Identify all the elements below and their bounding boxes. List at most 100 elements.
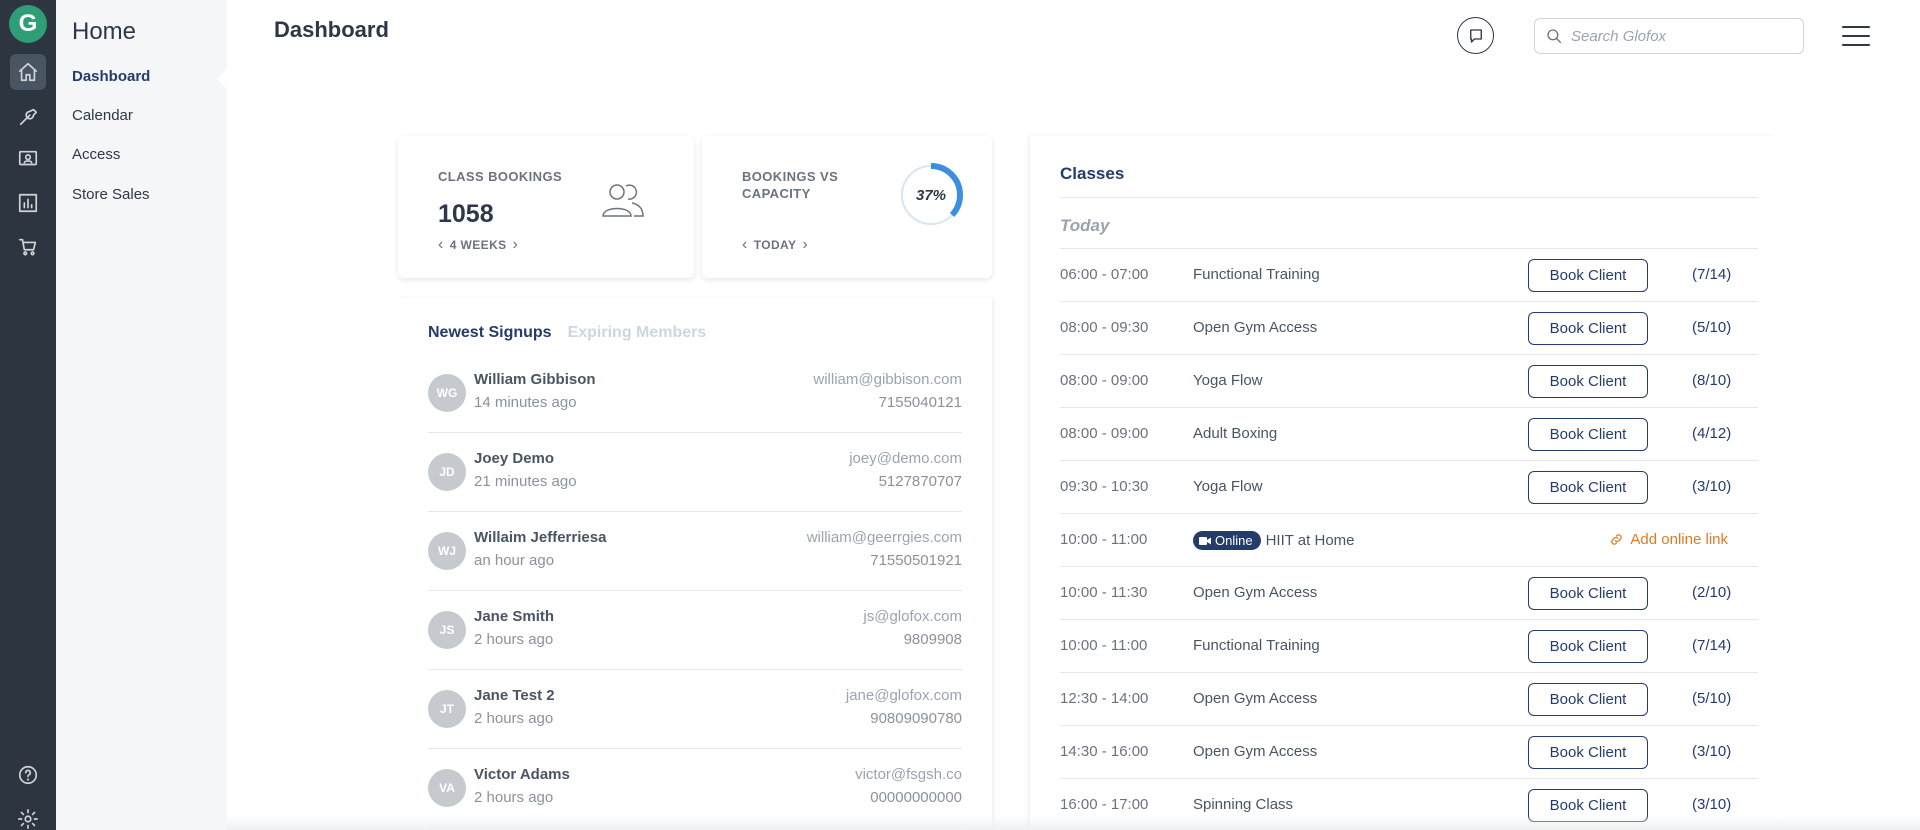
member-signup-time: 2 hours ago [474, 789, 554, 806]
sidebar-item-calendar[interactable]: Calendar [72, 107, 133, 124]
class-capacity: (7/14) [1692, 266, 1732, 283]
member-name[interactable]: Jane Smith [474, 608, 554, 625]
member-row[interactable]: JD Joey Demo 21 minutes ago joey@demo.com 51… [428, 433, 962, 512]
member-row[interactable]: JT Jane Test 2 2 hours ago jane@glofox.com 9… [428, 670, 962, 749]
chevron-left-icon[interactable]: ‹ [742, 236, 748, 254]
search-input[interactable] [1571, 19, 1799, 53]
class-name: Online HIIT at Home [1193, 531, 1355, 550]
class-row: 08:00 - 09:00 Yoga Flow Book Client (8/10) [1060, 354, 1758, 407]
member-row[interactable]: WG William Gibbison 14 minutes ago william@… [428, 354, 962, 433]
add-online-link-label: Add online link [1630, 531, 1728, 548]
book-client-button[interactable]: Book Client [1528, 736, 1648, 769]
bookings-capacity-label: BOOKINGS VS CAPACITY [742, 169, 839, 201]
class-name: Open Gym Access [1193, 690, 1318, 707]
book-client-button[interactable]: Book Client [1528, 365, 1648, 398]
active-item-pointer [217, 68, 228, 90]
book-client-button[interactable]: Book Client [1528, 683, 1648, 716]
tab-newest-signups[interactable]: Newest Signups [428, 324, 552, 342]
hamburger-menu-icon[interactable] [1842, 26, 1870, 48]
member-email: victor@fsgsh.co [855, 766, 962, 783]
member-signup-time: 21 minutes ago [474, 473, 577, 490]
home-icon[interactable] [10, 54, 46, 90]
bookings-capacity-card: BOOKINGS VS CAPACITY ‹ TODAY › 37% [702, 136, 992, 278]
member-name[interactable]: Willaim Jefferriesa [474, 529, 606, 546]
book-client-button[interactable]: Book Client [1528, 259, 1648, 292]
class-time: 09:30 - 10:30 [1060, 478, 1149, 495]
cart-icon[interactable] [10, 229, 46, 265]
bookings-capacity-period: ‹ TODAY › [742, 236, 808, 254]
member-email: william@geerrgies.com [806, 529, 962, 546]
class-capacity: (3/10) [1692, 743, 1732, 760]
classes-title: Classes [1060, 164, 1125, 183]
book-client-button[interactable]: Book Client [1528, 630, 1648, 663]
page-title: Dashboard [274, 17, 389, 42]
class-time: 16:00 - 17:00 [1060, 796, 1149, 813]
sidebar-item-dashboard[interactable]: Dashboard [72, 68, 150, 85]
help-icon[interactable] [10, 757, 46, 793]
member-phone: 7155040121 [878, 394, 962, 411]
member-name[interactable]: Joey Demo [474, 450, 554, 467]
settings-icon[interactable] [10, 801, 46, 830]
chat-button[interactable] [1457, 17, 1494, 54]
member-email: jane@glofox.com [845, 687, 962, 704]
avatar: WG [428, 374, 466, 412]
period-label: TODAY [753, 238, 797, 252]
divider [1060, 197, 1758, 198]
signups-panel: Newest Signups Expiring Members WG Willia… [398, 298, 992, 830]
member-row[interactable]: WJ Willaim Jefferriesa an hour ago william@… [428, 512, 962, 591]
tab-expiring-members[interactable]: Expiring Members [568, 324, 707, 342]
book-client-button[interactable]: Book Client [1528, 312, 1648, 345]
add-online-link-button[interactable]: Add online link [1609, 531, 1728, 548]
member-name[interactable]: Jane Test 2 [474, 687, 555, 704]
member-phone: 5127870707 [878, 473, 962, 490]
member-phone: 00000000000 [870, 789, 962, 806]
online-label: Online [1215, 533, 1253, 548]
sidebar-item-access[interactable]: Access [72, 146, 120, 163]
class-row: 08:00 - 09:00 Adult Boxing Book Client (4/1… [1060, 407, 1758, 460]
bar-chart-icon[interactable] [10, 185, 46, 221]
member-phone: 90809090780 [870, 710, 962, 727]
class-name: Yoga Flow [1193, 372, 1263, 389]
member-phone: 9809908 [903, 631, 962, 648]
member-signup-time: 2 hours ago [474, 631, 554, 648]
chevron-right-icon[interactable]: › [802, 236, 808, 254]
avatar: WJ [428, 532, 466, 570]
icon-rail: G [0, 0, 56, 830]
class-time: 08:00 - 09:30 [1060, 319, 1149, 336]
online-badge: Online [1193, 531, 1261, 550]
book-client-button[interactable]: Book Client [1528, 471, 1648, 504]
sidebar-item-store-sales[interactable]: Store Sales [72, 186, 150, 203]
book-client-button[interactable]: Book Client [1528, 418, 1648, 451]
class-row: 12:30 - 14:00 Open Gym Access Book Client (… [1060, 672, 1758, 725]
member-email: joey@demo.com [849, 450, 962, 467]
member-card-icon[interactable] [10, 141, 46, 177]
capacity-donut: 37% [898, 162, 964, 228]
class-name: Spinning Class [1193, 796, 1294, 813]
class-capacity: (3/10) [1692, 478, 1732, 495]
capacity-percent: 37% [915, 186, 947, 204]
class-capacity: (7/14) [1692, 637, 1732, 654]
avatar: JD [428, 453, 466, 491]
people-icon [598, 180, 648, 220]
class-name: Open Gym Access [1193, 584, 1318, 601]
wrench-icon[interactable] [10, 98, 46, 134]
avatar: JT [428, 690, 466, 728]
class-name: Adult Boxing [1193, 425, 1278, 442]
member-name[interactable]: William Gibbison [474, 371, 596, 388]
sidebar-title: Home [72, 18, 137, 45]
classes-day: Today [1060, 216, 1110, 235]
book-client-button[interactable]: Book Client [1528, 577, 1648, 610]
class-name: Open Gym Access [1193, 319, 1318, 336]
chevron-left-icon[interactable]: ‹ [438, 236, 444, 254]
class-capacity: (8/10) [1692, 372, 1732, 389]
member-signup-time: 14 minutes ago [474, 394, 577, 411]
chat-icon [1469, 28, 1482, 43]
class-name: Yoga Flow [1193, 478, 1263, 495]
member-phone: 71550501921 [870, 552, 962, 569]
member-row[interactable]: JS Jane Smith 2 hours ago js@glofox.com 9809… [428, 591, 962, 670]
class-name: Functional Training [1193, 637, 1320, 654]
chevron-right-icon[interactable]: › [513, 236, 519, 254]
member-name[interactable]: Victor Adams [474, 766, 570, 783]
glofox-logo[interactable]: G [9, 5, 47, 43]
class-time: 08:00 - 09:00 [1060, 425, 1149, 442]
